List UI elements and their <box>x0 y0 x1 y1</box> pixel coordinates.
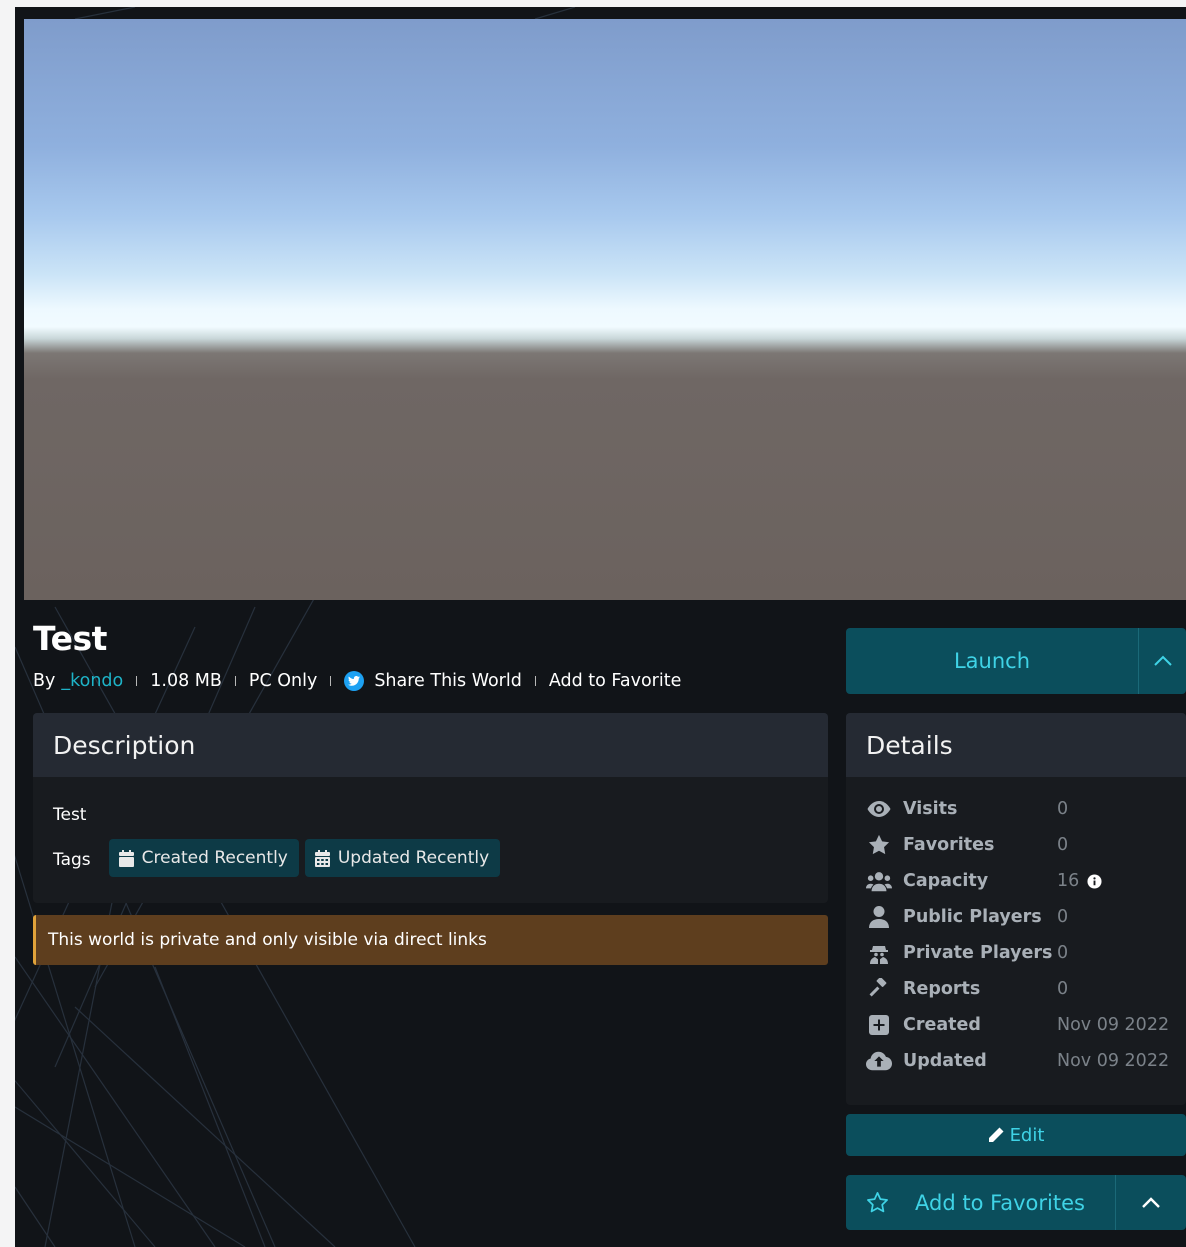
favorites-options-toggle[interactable] <box>1116 1175 1186 1230</box>
tag-created-recently[interactable]: Created Recently <box>108 839 299 877</box>
divider <box>234 676 236 686</box>
world-preview-image <box>24 19 1186 600</box>
detail-value: Nov 09 2022 <box>1057 1015 1170 1035</box>
star-outline-icon <box>867 1192 888 1213</box>
detail-row-capacity: Capacity 16 <box>866 868 1102 894</box>
detail-row-updated: Updated Nov 09 2022 <box>866 1048 1169 1074</box>
add-to-favorite-link[interactable]: Add to Favorite <box>549 671 682 691</box>
tags-label: Tags <box>53 850 91 870</box>
detail-value: 0 <box>1057 799 1069 819</box>
world-meta-bar: By _kondo 1.08 MB PC Only Share This Wor… <box>33 669 681 693</box>
add-to-favorites-button[interactable]: Add to Favorites <box>846 1175 1116 1230</box>
edit-button[interactable]: Edit <box>846 1114 1186 1156</box>
info-icon[interactable] <box>1087 873 1102 889</box>
detail-label: Reports <box>903 979 981 999</box>
add-to-favorites-label: Add to Favorites <box>915 1190 1085 1215</box>
detail-label: Capacity <box>903 871 989 891</box>
chevron-up-icon <box>1153 655 1172 666</box>
detail-label: Private Players <box>903 943 1053 963</box>
detail-row-public-players: Public Players 0 <box>866 904 1068 930</box>
divider <box>136 676 138 686</box>
description-text: Test <box>53 805 87 825</box>
detail-label: Visits <box>903 799 958 819</box>
gavel-icon <box>866 976 892 1002</box>
details-heading: Details <box>846 713 1186 777</box>
users-icon <box>866 868 892 894</box>
user-icon <box>866 904 892 930</box>
star-icon <box>866 832 892 858</box>
world-size: 1.08 MB <box>150 671 222 691</box>
detail-row-visits: Visits 0 <box>866 796 1068 822</box>
tags-row: Tags Created Recently Updated Recently <box>53 839 506 877</box>
author-link[interactable]: _kondo <box>61 671 123 691</box>
twitter-icon[interactable] <box>344 671 365 691</box>
edit-label: Edit <box>1009 1124 1045 1146</box>
details-panel: Details Visits 0 Favorites 0 Capacity 16… <box>846 713 1186 1105</box>
share-world-link[interactable]: Share This World <box>374 671 522 691</box>
divider <box>330 676 332 686</box>
detail-value: 0 <box>1057 835 1069 855</box>
launch-button[interactable]: Launch <box>846 628 1139 694</box>
chevron-up-icon <box>1142 1196 1160 1208</box>
divider <box>534 676 536 686</box>
user-secret-icon <box>866 940 892 966</box>
detail-row-favorites: Favorites 0 <box>866 832 1068 858</box>
tag-label: Created Recently <box>141 848 288 868</box>
description-heading: Description <box>33 713 828 777</box>
detail-value: Nov 09 2022 <box>1057 1051 1170 1071</box>
private-world-notice: This world is private and only visible v… <box>33 915 828 965</box>
calendar-icon <box>118 849 134 867</box>
detail-row-created: Created Nov 09 2022 <box>866 1012 1169 1038</box>
detail-row-reports: Reports 0 <box>866 976 1068 1002</box>
detail-label: Favorites <box>903 835 995 855</box>
calendar-week-icon <box>314 849 330 867</box>
eye-icon <box>866 796 892 822</box>
world-page: Test By _kondo 1.08 MB PC Only Share Thi… <box>15 7 1186 1247</box>
add-to-favorites-button-group: Add to Favorites <box>846 1175 1186 1230</box>
pencil-icon <box>988 1127 1004 1142</box>
description-panel: Description Test Tags Created Recently U… <box>33 713 828 903</box>
detail-label: Created <box>903 1015 981 1035</box>
tag-updated-recently[interactable]: Updated Recently <box>304 839 501 877</box>
cloud-upload-icon <box>866 1048 892 1074</box>
detail-row-private-players: Private Players 0 <box>866 940 1068 966</box>
by-label: By <box>33 671 56 691</box>
tag-label: Updated Recently <box>337 848 490 868</box>
world-title: Test <box>33 619 107 658</box>
platform-label: PC Only <box>248 671 318 691</box>
detail-value: 16 <box>1057 871 1080 891</box>
launch-options-toggle[interactable] <box>1139 628 1186 694</box>
launch-button-group: Launch <box>846 628 1186 694</box>
detail-label: Public Players <box>903 907 1042 927</box>
detail-value: 0 <box>1057 907 1069 927</box>
detail-value: 0 <box>1057 979 1069 999</box>
detail-label: Updated <box>903 1051 987 1071</box>
plus-square-icon <box>866 1012 892 1038</box>
detail-value: 0 <box>1057 943 1069 963</box>
